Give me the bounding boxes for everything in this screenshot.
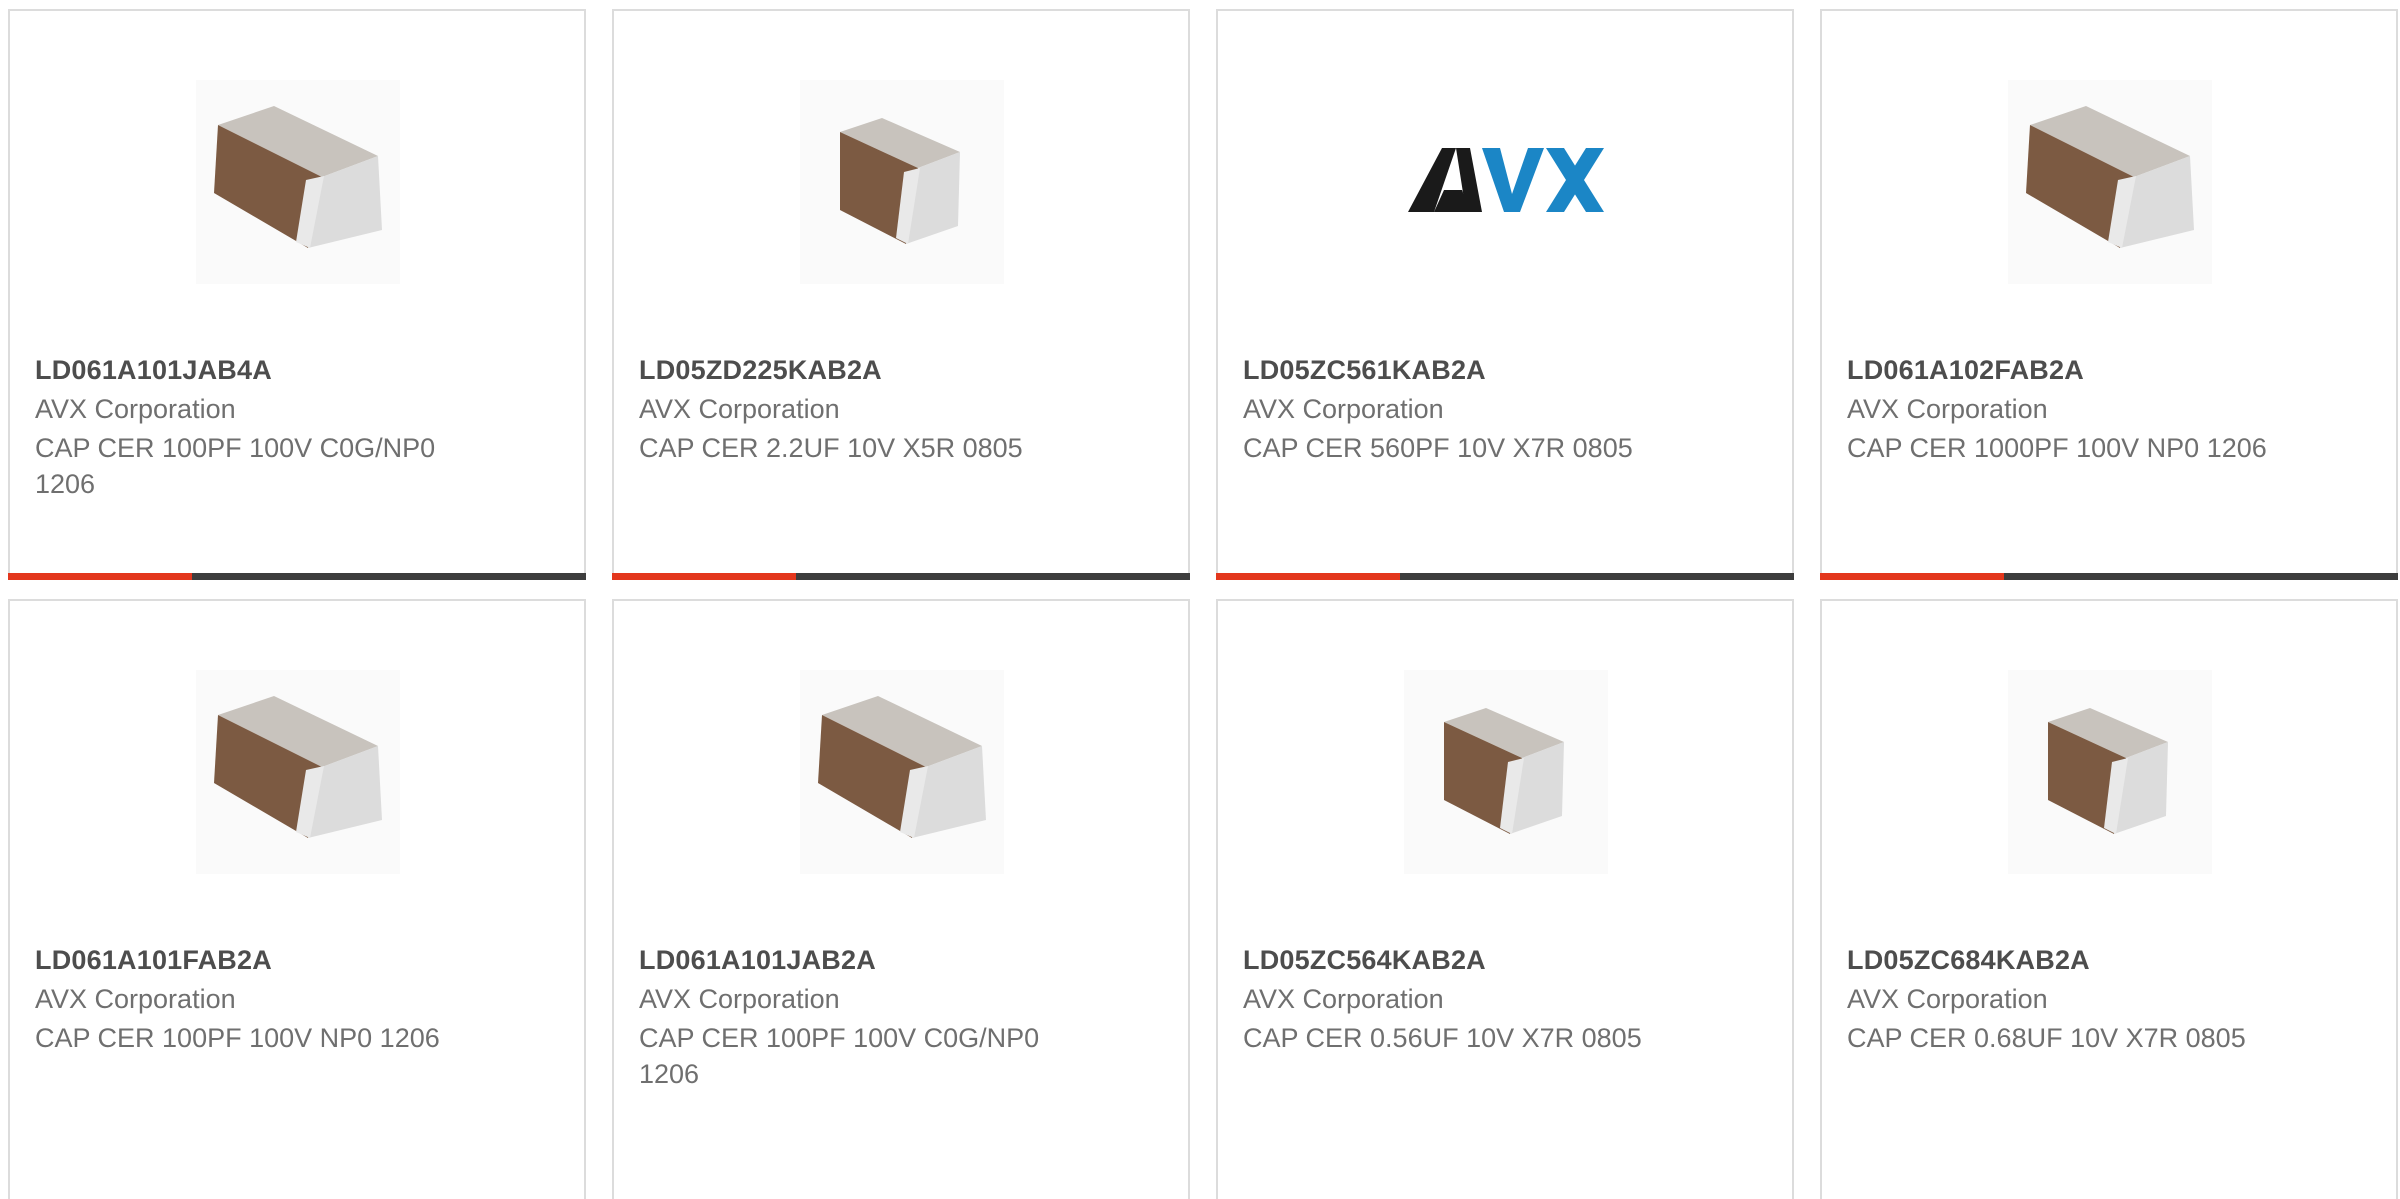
part-number[interactable]: LD061A102FAB2A bbox=[1847, 355, 2084, 386]
description: CAP CER 1000PF 100V NP0 1206 bbox=[1847, 433, 2267, 463]
card-bar-accent bbox=[612, 573, 796, 580]
manufacturer: AVX Corporation bbox=[35, 984, 236, 1014]
product-card[interactable]: LD061A101FAB2A AVX Corporation CAP CER 1… bbox=[8, 599, 586, 1199]
part-number[interactable]: LD05ZC561KAB2A bbox=[1243, 355, 1486, 386]
card-bar-accent bbox=[8, 573, 192, 580]
product-card[interactable]: LD061A102FAB2A AVX Corporation CAP CER 1… bbox=[1820, 9, 2398, 580]
description: CAP CER 0.56UF 10V X7R 0805 bbox=[1243, 1023, 1642, 1053]
capacitor-0805-icon bbox=[800, 80, 1004, 284]
product-card[interactable]: LD05ZC564KAB2A AVX Corporation CAP CER 0… bbox=[1216, 599, 1794, 1199]
manufacturer: AVX Corporation bbox=[1243, 984, 1444, 1014]
description: CAP CER 100PF 100V C0G/NP0 1206 bbox=[639, 1023, 1040, 1089]
capacitor-0805-icon bbox=[2008, 670, 2212, 874]
capacitor-1206-icon bbox=[2008, 80, 2212, 284]
product-card[interactable]: LD061A101JAB2A AVX Corporation CAP CER 1… bbox=[612, 599, 1190, 1199]
card-bar bbox=[612, 573, 1190, 580]
product-card[interactable]: LD05ZC684KAB2A AVX Corporation CAP CER 0… bbox=[1820, 599, 2398, 1199]
card-bar bbox=[1216, 573, 1794, 580]
product-card[interactable]: LD061A101JAB4A AVX Corporation CAP CER 1… bbox=[8, 9, 586, 580]
product-grid: LD061A101JAB4A AVX Corporation CAP CER 1… bbox=[0, 0, 2400, 1199]
manufacturer: AVX Corporation bbox=[639, 984, 840, 1014]
description: CAP CER 2.2UF 10V X5R 0805 bbox=[639, 433, 1023, 463]
capacitor-1206-icon bbox=[196, 670, 400, 874]
capacitor-1206-icon bbox=[196, 80, 400, 284]
card-bar-accent bbox=[1820, 573, 2004, 580]
card-bar bbox=[1820, 573, 2398, 580]
description: CAP CER 100PF 100V C0G/NP0 1206 bbox=[35, 433, 436, 499]
avx-logo bbox=[1404, 80, 1608, 284]
card-bar-accent bbox=[1216, 573, 1400, 580]
manufacturer: AVX Corporation bbox=[1243, 394, 1444, 424]
capacitor-0805-icon bbox=[1404, 670, 1608, 874]
part-number[interactable]: LD061A101FAB2A bbox=[35, 945, 272, 976]
description: CAP CER 560PF 10V X7R 0805 bbox=[1243, 433, 1633, 463]
manufacturer: AVX Corporation bbox=[639, 394, 840, 424]
part-number[interactable]: LD05ZC684KAB2A bbox=[1847, 945, 2090, 976]
manufacturer: AVX Corporation bbox=[1847, 984, 2048, 1014]
part-number[interactable]: LD061A101JAB4A bbox=[35, 355, 272, 386]
part-number[interactable]: LD05ZC564KAB2A bbox=[1243, 945, 1486, 976]
part-number[interactable]: LD05ZD225KAB2A bbox=[639, 355, 882, 386]
product-card[interactable]: LD05ZC561KAB2A AVX Corporation CAP CER 5… bbox=[1216, 9, 1794, 580]
product-card[interactable]: LD05ZD225KAB2A AVX Corporation CAP CER 2… bbox=[612, 9, 1190, 580]
description: CAP CER 100PF 100V NP0 1206 bbox=[35, 1023, 440, 1053]
part-number[interactable]: LD061A101JAB2A bbox=[639, 945, 876, 976]
description: CAP CER 0.68UF 10V X7R 0805 bbox=[1847, 1023, 2246, 1053]
capacitor-1206-icon bbox=[800, 670, 1004, 874]
card-bar bbox=[8, 573, 586, 580]
manufacturer: AVX Corporation bbox=[35, 394, 236, 424]
manufacturer: AVX Corporation bbox=[1847, 394, 2048, 424]
